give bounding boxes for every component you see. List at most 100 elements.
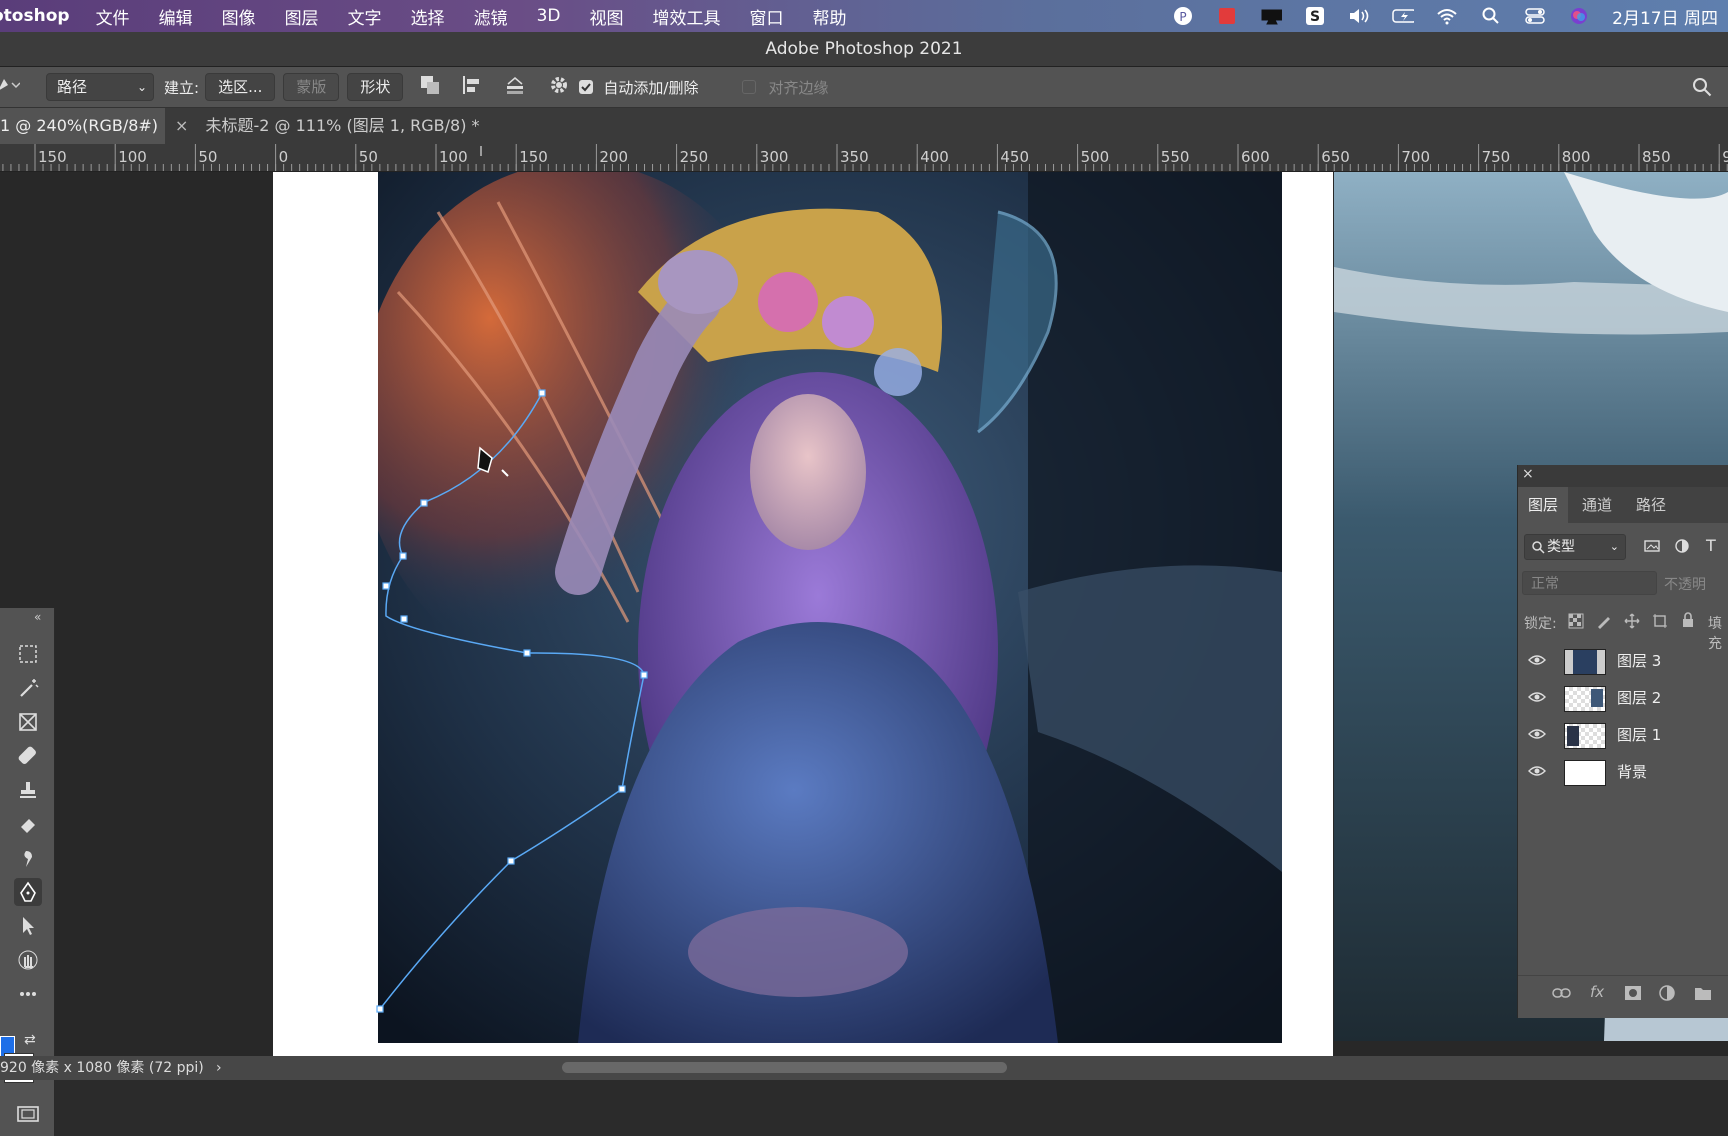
layers-footer: fx [1518,975,1728,1010]
layer-row-background[interactable]: 背景 [1518,754,1728,791]
panel-topbar: × [1518,465,1728,487]
make-selection-button[interactable]: 选区... [205,73,276,101]
input-method-icon[interactable]: S [1304,6,1326,26]
tab-paths[interactable]: 路径 [1636,487,1666,523]
lock-transparency-icon[interactable] [1568,613,1584,633]
tab-document-2[interactable]: × 未标题-2 @ 111% (图层 1, RGB/8) * [175,108,480,144]
ruler-tick-label: 750 [1482,148,1511,166]
path-alignment-icon[interactable] [461,74,485,100]
magic-wand-tool-icon[interactable] [14,674,42,702]
make-mask-button[interactable]: 蒙版 [283,73,340,101]
pen-path-overlay[interactable] [0,172,1728,1056]
type-filter-icon[interactable]: T [1706,536,1716,555]
gear-icon[interactable] [549,75,569,99]
frame-tool-icon[interactable] [14,708,42,736]
wifi-icon[interactable] [1436,6,1458,26]
adjustment-layer-icon[interactable] [1658,984,1676,1006]
menu-filter[interactable]: 滤镜 [474,4,508,29]
menu-edit[interactable]: 编辑 [159,4,193,29]
siri-icon[interactable] [1568,6,1590,26]
path-arrangement-icon[interactable] [503,74,527,100]
horizontal-ruler[interactable]: 150 100 50 0 50 100 150 200 250 300 350 400 450 500 55… [0,144,1728,172]
path-selection-tool-icon[interactable] [14,912,42,940]
link-layers-icon[interactable] [1552,986,1572,1004]
battery-icon[interactable] [1392,6,1415,26]
app-menu[interactable]: otoshop [0,6,70,26]
visibility-eye-icon[interactable] [1528,762,1546,784]
canvas-workspace[interactable]: « ⇄ × 图层 通道 路径 类型 ⌄ T 正常 不透明 锁定: 填充 图层 3… [0,172,1728,1136]
record-icon[interactable] [1216,6,1238,26]
healing-brush-tool-icon[interactable] [14,742,42,770]
search-icon[interactable] [1692,77,1712,101]
smudge-tool-icon[interactable] [14,844,42,872]
spotlight-search-icon[interactable] [1480,6,1502,26]
menubar-clock[interactable]: 2月17日 周四 [1612,4,1718,29]
ruler-tick-label: 50 [198,148,217,166]
eraser-tool-icon[interactable] [14,810,42,838]
collapse-icon[interactable]: « [34,610,41,624]
close-panel-icon[interactable]: × [1522,466,1534,482]
lock-position-icon[interactable] [1624,613,1640,633]
rotate-view-tool-icon[interactable] [14,946,42,974]
tab-layers[interactable]: 图层 [1518,487,1568,523]
close-icon[interactable]: × [175,116,188,135]
align-edges-checkbox[interactable] [742,80,757,94]
pen-tool-preset-icon[interactable] [0,75,21,99]
layer-row-1[interactable]: 图层 1 [1518,717,1728,754]
lock-artboard-icon[interactable] [1652,613,1668,633]
chevron-down-icon: ⌄ [1609,540,1619,553]
menu-layer[interactable]: 图层 [285,4,319,29]
visibility-eye-icon[interactable] [1528,651,1546,673]
ruler-tick-label: 200 [599,148,628,166]
lock-all-icon[interactable] [1680,612,1696,632]
layer-style-icon[interactable]: fx [1590,983,1604,1001]
pen-mode-select[interactable]: 路径 ⌄ [46,73,154,101]
menu-image[interactable]: 图像 [222,4,256,29]
horizontal-scrollbar[interactable] [562,1062,1007,1073]
svg-text:P: P [1180,10,1187,24]
layer-filter-select[interactable]: 类型 ⌄ [1524,534,1626,560]
menu-3d[interactable]: 3D [537,6,561,26]
layer-row-2[interactable]: 图层 2 [1518,680,1728,717]
app-status-icon[interactable]: P [1172,6,1194,26]
lock-pixels-icon[interactable] [1596,613,1612,633]
ruler-tick-label: 100 [118,148,147,166]
tab-label: 未标题-2 @ 111% (图层 1, RGB/8) * [205,116,480,135]
screen-mode-icon[interactable] [14,1100,42,1128]
menu-type[interactable]: 文字 [348,4,382,29]
ruler-tick-label: 150 [519,148,548,166]
volume-icon[interactable] [1348,6,1370,26]
adjustment-filter-icon[interactable] [1674,538,1690,558]
tab-document-1[interactable]: 1 @ 240%(RGB/8#) * [0,108,165,171]
make-shape-button[interactable]: 形状 [347,73,404,101]
pen-tool-icon[interactable] [14,878,42,906]
chevron-right-icon[interactable]: › [216,1056,222,1080]
display-icon[interactable] [1260,6,1283,26]
image-filter-icon[interactable] [1644,538,1660,558]
ruler-tick-label: 50 [359,148,378,166]
menu-help[interactable]: 帮助 [812,4,846,29]
visibility-eye-icon[interactable] [1528,725,1546,747]
marquee-tool-icon[interactable] [14,640,42,668]
control-center-icon[interactable] [1524,6,1546,26]
layer-row-3[interactable]: 图层 3 [1518,643,1728,680]
swap-colors-icon[interactable]: ⇄ [24,1032,36,1048]
menu-window[interactable]: 窗口 [749,4,783,29]
add-mask-icon[interactable] [1624,985,1642,1005]
path-operations-icon[interactable] [419,74,443,100]
more-tools-icon[interactable] [14,980,42,1008]
menu-plugins[interactable]: 增效工具 [652,4,720,29]
stamp-tool-icon[interactable] [14,776,42,804]
svg-text:S: S [1310,9,1320,25]
ruler-tick-label: 300 [760,148,789,166]
auto-add-delete-checkbox[interactable] [579,80,594,94]
new-group-icon[interactable] [1694,985,1712,1005]
ruler-tick-label: 350 [840,148,869,166]
layer-name: 背景 [1617,763,1648,781]
menu-view[interactable]: 视图 [589,4,623,29]
tab-channels[interactable]: 通道 [1582,487,1612,523]
visibility-eye-icon[interactable] [1528,688,1546,710]
blend-mode-select[interactable]: 正常 [1522,571,1657,595]
menu-select[interactable]: 选择 [411,4,445,29]
menu-file[interactable]: 文件 [96,4,130,29]
